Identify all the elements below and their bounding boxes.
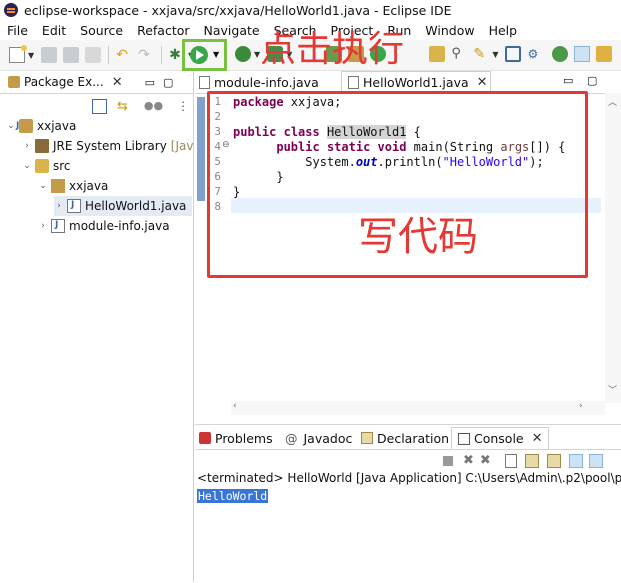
java-ee-perspective-icon[interactable] <box>596 46 613 62</box>
minimize-icon[interactable]: ▭ <box>563 74 573 87</box>
tree-item-package[interactable]: ⌄ xxjava <box>38 176 108 196</box>
run-button-highlight <box>182 39 227 71</box>
menu-source[interactable]: Source <box>73 23 130 38</box>
scroll-right-icon[interactable]: › <box>579 401 583 411</box>
print-icon[interactable] <box>85 47 102 63</box>
tab-problems[interactable]: Problems <box>199 427 273 449</box>
console-toolbar: ✖ ✖ <box>443 453 603 468</box>
chevron-right-icon[interactable]: › <box>22 141 32 151</box>
java-file-icon <box>199 75 210 89</box>
title-bar: eclipse-workspace - xxjava/src/xxjava/He… <box>0 0 621 20</box>
edit-dropdown-icon[interactable]: ▼ <box>492 50 498 59</box>
open-type-icon[interactable] <box>429 46 446 62</box>
scroll-lock-icon[interactable] <box>524 453 539 468</box>
annotation-write-code: 写代码 <box>358 214 478 260</box>
declaration-icon <box>361 432 373 444</box>
search-icon[interactable]: ⚲ <box>451 46 467 62</box>
tab-console[interactable]: Console ✕ <box>451 427 549 449</box>
source-folder-icon <box>35 159 49 173</box>
chevron-down-icon[interactable]: ⌄ <box>22 161 32 171</box>
problems-icon <box>199 432 211 444</box>
java-file-icon: J <box>67 199 81 213</box>
vertical-scrollbar[interactable]: ︿ ﹀ <box>605 93 621 403</box>
chevron-right-icon[interactable]: › <box>54 201 64 211</box>
tab-module-info[interactable]: module-info.java <box>199 71 335 93</box>
console-status: <terminated> HelloWorld [Java Applicatio… <box>197 471 621 485</box>
remove-launch-icon[interactable]: ✖ <box>463 453 474 468</box>
tree-item-project[interactable]: ⌄ J xxjava <box>6 116 76 136</box>
javadoc-icon: @ <box>285 430 298 446</box>
close-icon[interactable]: ✕ <box>112 75 123 90</box>
collapse-all-icon[interactable] <box>92 99 107 114</box>
menu-navigate[interactable]: Navigate <box>197 23 267 38</box>
java-file-icon: J <box>51 219 65 233</box>
console-output[interactable]: HelloWorld <box>197 489 269 503</box>
package-icon <box>51 179 65 193</box>
console-panel: Problems @ Javadoc Declaration Console ✕… <box>195 424 621 583</box>
undo-icon[interactable]: ↶ <box>116 47 132 63</box>
coverage-icon[interactable] <box>235 46 251 62</box>
package-explorer-tab-label: Package Ex... <box>24 75 104 89</box>
menu-window[interactable]: Window <box>418 23 481 38</box>
maximize-icon[interactable]: ▢ <box>163 76 173 89</box>
package-explorer-tab[interactable]: Package Ex... ✕ ▭ ▢ <box>0 71 193 94</box>
chevron-down-icon[interactable]: ⌄ <box>38 181 48 191</box>
package-explorer-icon <box>8 76 20 88</box>
terminate-icon[interactable] <box>443 455 453 466</box>
tab-declaration[interactable]: Declaration <box>361 427 449 449</box>
maximize-icon[interactable]: ▢ <box>587 74 597 87</box>
java-perspective-icon[interactable] <box>552 46 569 62</box>
display-console-icon[interactable] <box>588 453 603 468</box>
tree-item-module-info[interactable]: › J module-info.java <box>38 216 170 236</box>
toolbar-separator <box>161 46 163 64</box>
tree-item-jre-library[interactable]: › JRE System Library [Jav <box>22 136 193 156</box>
filters-icon[interactable]: ●● <box>144 99 163 114</box>
console-icon <box>458 432 470 445</box>
close-icon[interactable]: ✕ <box>532 431 543 446</box>
clear-console-icon[interactable] <box>504 453 517 468</box>
word-wrap-icon[interactable] <box>546 453 561 468</box>
menu-file[interactable]: File <box>0 23 35 38</box>
java-project-icon: J <box>16 119 33 133</box>
debug-perspective-icon[interactable] <box>574 46 591 62</box>
edit-icon[interactable]: ✎ <box>473 46 489 62</box>
menu-edit[interactable]: Edit <box>35 23 73 38</box>
package-explorer-panel: Package Ex... ✕ ▭ ▢ ⇆ ●● ⋮ ⌄ J xxjava › … <box>0 71 194 582</box>
menu-help[interactable]: Help <box>482 23 525 38</box>
menu-refactor[interactable]: Refactor <box>130 23 196 38</box>
scroll-left-icon[interactable]: ‹ <box>233 401 237 411</box>
minimize-icon[interactable]: ▭ <box>145 76 155 89</box>
pin-console-icon[interactable] <box>568 453 583 468</box>
scroll-down-icon[interactable]: ﹀ <box>608 383 617 396</box>
new-dropdown-icon[interactable]: ▼ <box>28 51 34 60</box>
scroll-up-icon[interactable]: ︿ <box>608 95 617 108</box>
eclipse-logo-icon <box>4 3 18 17</box>
java-file-icon <box>348 76 359 89</box>
view-menu-icon[interactable]: ⋮ <box>177 99 189 114</box>
chevron-down-icon[interactable]: ⌄ <box>6 121 16 131</box>
close-icon[interactable]: ✕ <box>477 75 488 90</box>
horizontal-scrollbar[interactable]: ‹ › <box>231 401 605 415</box>
save-all-icon[interactable] <box>63 47 80 63</box>
breadcrumb-icon[interactable]: ⚙ <box>527 46 543 62</box>
tab-javadoc[interactable]: @ Javadoc <box>285 427 352 449</box>
package-explorer-toolbar: ⇆ ●● ⋮ <box>92 99 189 114</box>
new-icon[interactable] <box>9 45 27 63</box>
chevron-right-icon[interactable]: › <box>38 221 48 231</box>
library-icon <box>35 139 49 153</box>
window-title: eclipse-workspace - xxjava/src/xxjava/He… <box>24 2 452 18</box>
save-icon[interactable] <box>41 47 58 63</box>
toolbar-separator <box>108 46 110 64</box>
annotation-click-run: 点击执行 <box>260 29 405 70</box>
tab-helloworld[interactable]: HelloWorld1.java ✕ <box>341 71 491 93</box>
redo-icon[interactable]: ↷ <box>138 47 154 63</box>
tree-item-src[interactable]: ⌄ src <box>22 156 71 176</box>
remove-all-launches-icon[interactable]: ✖ <box>480 453 491 468</box>
link-with-editor-icon[interactable]: ⇆ <box>117 99 128 114</box>
toggle-console-icon[interactable] <box>505 46 522 62</box>
tree-item-helloworld[interactable]: › J HelloWorld1.java <box>54 196 192 216</box>
